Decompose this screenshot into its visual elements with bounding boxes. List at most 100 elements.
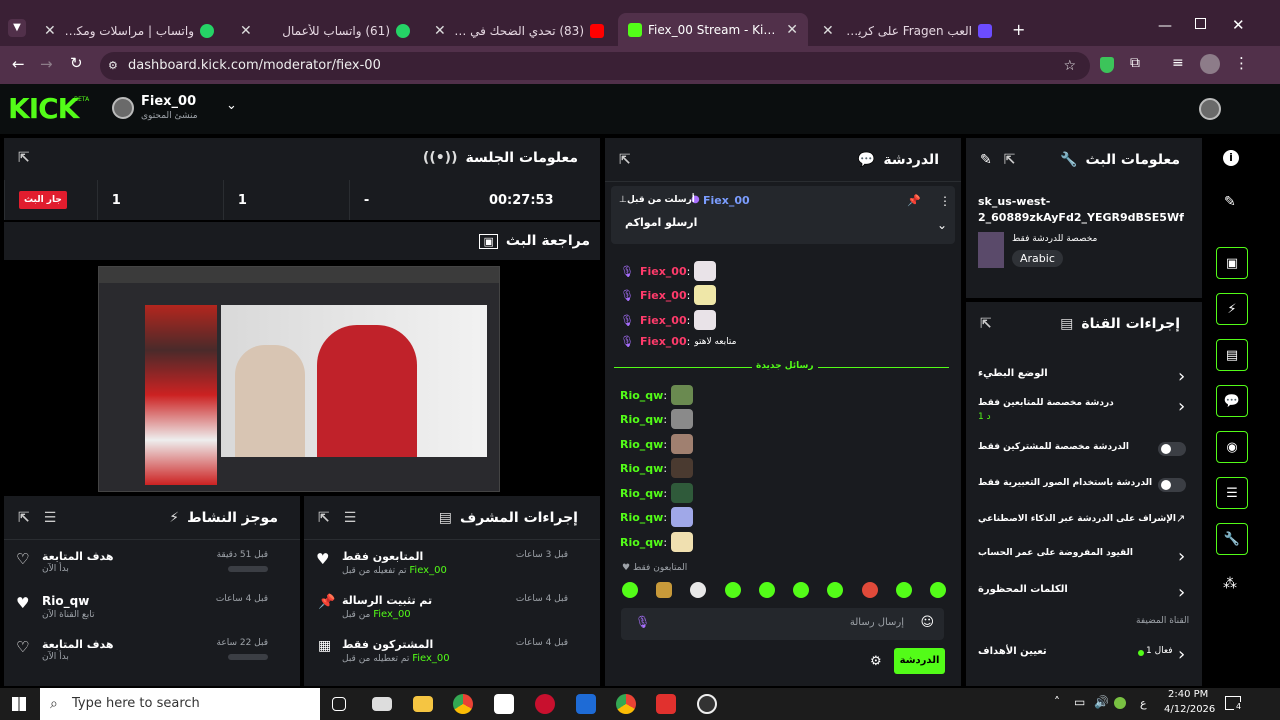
emote-quick[interactable] bbox=[861, 582, 878, 598]
language-indicator[interactable]: ع bbox=[1140, 697, 1147, 710]
new-tab-icon[interactable]: + bbox=[1012, 20, 1025, 39]
chat-username[interactable]: Rio_qw bbox=[620, 438, 663, 451]
pinned-menu-icon[interactable]: ⋮ bbox=[939, 194, 951, 208]
browser-tab[interactable]: واتساب | مراسلات ومكالمات مجا ✕ bbox=[34, 15, 224, 46]
kick-logo[interactable]: KICK bbox=[8, 92, 79, 125]
action-ai-moderation[interactable]: الإشراف على الدردشة عبر الذكاء الاصطناعي… bbox=[966, 512, 1202, 536]
file-explorer-icon[interactable] bbox=[413, 696, 433, 712]
expand-icon[interactable]: ⇱ bbox=[1004, 152, 1016, 168]
pinned-user[interactable]: Fiex_00 bbox=[703, 194, 750, 207]
app-dark-icon[interactable] bbox=[697, 694, 717, 714]
emote-quick[interactable] bbox=[622, 582, 638, 598]
tray-app-icon[interactable] bbox=[1114, 697, 1126, 709]
task-view-icon[interactable] bbox=[332, 697, 346, 711]
unpin-icon[interactable]: 📌 bbox=[907, 194, 921, 207]
site-info-icon[interactable]: ⚙ bbox=[108, 52, 118, 80]
extensions-icon[interactable]: ⧉ bbox=[1130, 55, 1140, 71]
channel-switch-chevron-icon[interactable]: ⌄ bbox=[226, 98, 237, 113]
emote-quick[interactable] bbox=[690, 582, 707, 598]
emote-quick[interactable] bbox=[895, 582, 912, 598]
edit-layout-icon[interactable]: ✎ bbox=[1224, 194, 1236, 210]
reload-icon[interactable]: ↻ bbox=[70, 54, 83, 72]
maximize-icon[interactable] bbox=[1195, 18, 1206, 29]
send-chat-button[interactable]: الدردشة bbox=[894, 648, 945, 674]
tab-list-dropdown-icon[interactable]: ▼ bbox=[8, 19, 26, 37]
browser-tab[interactable]: (61) واتساب للأعمال ✕ bbox=[230, 15, 420, 46]
chat-username[interactable]: Fiex_00 bbox=[640, 289, 687, 302]
stream-preview-video[interactable] bbox=[98, 266, 500, 492]
close-window-icon[interactable]: ✕ bbox=[1232, 16, 1245, 34]
expand-icon[interactable]: ⇱ bbox=[318, 510, 330, 526]
chat-username[interactable]: Rio_qw bbox=[620, 536, 663, 549]
back-icon[interactable]: ← bbox=[12, 55, 25, 73]
store-icon[interactable] bbox=[494, 694, 514, 714]
filter-icon[interactable]: ☰ bbox=[44, 510, 57, 526]
category-thumbnail[interactable] bbox=[978, 232, 1004, 268]
browser-tab-active[interactable]: Fiex_00 Stream - Kick Dashboard ✕ bbox=[618, 13, 808, 46]
chat-username[interactable]: Rio_qw bbox=[620, 462, 663, 475]
browser-menu-icon[interactable]: ⋮ bbox=[1234, 54, 1249, 72]
chrome-alt-icon[interactable] bbox=[616, 694, 636, 714]
tray-chevron-icon[interactable]: ˄ bbox=[1054, 695, 1060, 709]
forward-icon[interactable]: → bbox=[40, 55, 53, 73]
toggle-switch[interactable] bbox=[1158, 478, 1186, 492]
chat-settings-icon[interactable]: ⚙ bbox=[870, 654, 882, 669]
chat-input[interactable]: 🎙 إرسال رسالة ☺ bbox=[621, 608, 944, 640]
windows-start-icon[interactable] bbox=[12, 697, 26, 711]
chat-username[interactable]: Fiex_00 bbox=[640, 335, 687, 348]
media-icon[interactable]: ≡ bbox=[1172, 55, 1184, 71]
chat-username[interactable]: Rio_qw bbox=[620, 511, 663, 524]
session-panel-icon[interactable]: ▣ bbox=[1216, 247, 1248, 279]
app-blue-icon[interactable] bbox=[576, 694, 596, 714]
action-set-goals[interactable]: تعيين الأهداف فعال 1 › bbox=[966, 644, 1202, 668]
apps-icon[interactable]: ⁂ bbox=[1223, 576, 1237, 592]
emote-quick[interactable] bbox=[793, 582, 810, 598]
close-tab-icon[interactable]: ✕ bbox=[434, 23, 446, 39]
bookmark-star-icon[interactable]: ☆ bbox=[1063, 52, 1076, 80]
broadcast-panel-icon[interactable]: ◉ bbox=[1216, 431, 1248, 463]
action-subscribers-only[interactable]: الدردشة مخصصة للمشتركين فقط bbox=[966, 440, 1202, 464]
close-tab-icon[interactable]: ✕ bbox=[44, 23, 56, 39]
wps-icon[interactable] bbox=[656, 694, 676, 714]
chat-panel-icon[interactable]: 💬 bbox=[1216, 385, 1248, 417]
emote-quick[interactable] bbox=[724, 582, 741, 598]
action-account-age[interactable]: القيود المفروضة على عمر الحساب › bbox=[966, 546, 1202, 570]
channel-name[interactable]: Fiex_00 bbox=[141, 94, 196, 109]
toggle-switch[interactable] bbox=[1158, 442, 1186, 456]
emote-quick[interactable] bbox=[656, 582, 673, 598]
chat-username[interactable]: Rio_qw bbox=[620, 413, 663, 426]
action-banned-words[interactable]: الكلمات المحظورة › bbox=[966, 582, 1202, 606]
clock-date[interactable]: 4/12/2026 bbox=[1164, 704, 1215, 715]
expand-icon[interactable]: ⇱ bbox=[619, 152, 631, 168]
app-red-icon[interactable] bbox=[535, 694, 555, 714]
chat-username[interactable]: Rio_qw bbox=[620, 389, 663, 402]
action-slow-mode[interactable]: الوضع البطيء › bbox=[966, 366, 1202, 390]
close-tab-icon[interactable]: ✕ bbox=[822, 23, 834, 39]
close-tab-icon[interactable]: ✕ bbox=[240, 23, 252, 39]
chrome-icon[interactable] bbox=[453, 694, 473, 714]
expand-icon[interactable]: ⇱ bbox=[18, 510, 30, 526]
filter-icon[interactable]: ☰ bbox=[344, 510, 357, 526]
user-avatar[interactable] bbox=[1199, 98, 1221, 120]
chat-username[interactable]: Rio_qw bbox=[620, 487, 663, 500]
action-followers-only[interactable]: دردشة مخصصة للمتابعين فقط 1 د › bbox=[966, 396, 1202, 430]
browser-tab[interactable]: (83) تحدي الضحك في الحياة الوا ✕ bbox=[424, 15, 614, 46]
browser-tab[interactable]: العب Fragen على كريزي جيمز ✕ bbox=[812, 15, 1002, 46]
minimize-icon[interactable]: — bbox=[1158, 18, 1172, 34]
clock-time[interactable]: 2:40 PM bbox=[1168, 689, 1208, 700]
collapse-chevron-icon[interactable]: ⌄ bbox=[937, 218, 947, 232]
taskbar-search[interactable]: ⌕ Type here to search bbox=[40, 688, 320, 720]
info-icon[interactable]: i bbox=[1223, 150, 1239, 166]
expand-icon[interactable]: ⇱ bbox=[980, 316, 992, 332]
channel-actions-panel-icon[interactable]: ☰ bbox=[1216, 477, 1248, 509]
action-emotes-only[interactable]: الدردشة باستخدام الصور التعبيرية فقط bbox=[966, 476, 1202, 500]
emote-quick[interactable] bbox=[758, 582, 775, 598]
emote-quick[interactable] bbox=[827, 582, 844, 598]
url-field[interactable]: ⚙ dashboard.kick.com/moderator/fiex-00 ☆ bbox=[100, 52, 1090, 80]
volume-icon[interactable]: 🔊 bbox=[1094, 695, 1109, 709]
channel-avatar[interactable] bbox=[112, 97, 134, 119]
stream-info-panel-icon[interactable]: 🔧 bbox=[1216, 523, 1248, 555]
network-icon[interactable]: ▭ bbox=[1074, 695, 1085, 709]
chat-username[interactable]: Fiex_00 bbox=[640, 265, 687, 278]
profile-avatar[interactable] bbox=[1200, 54, 1220, 74]
